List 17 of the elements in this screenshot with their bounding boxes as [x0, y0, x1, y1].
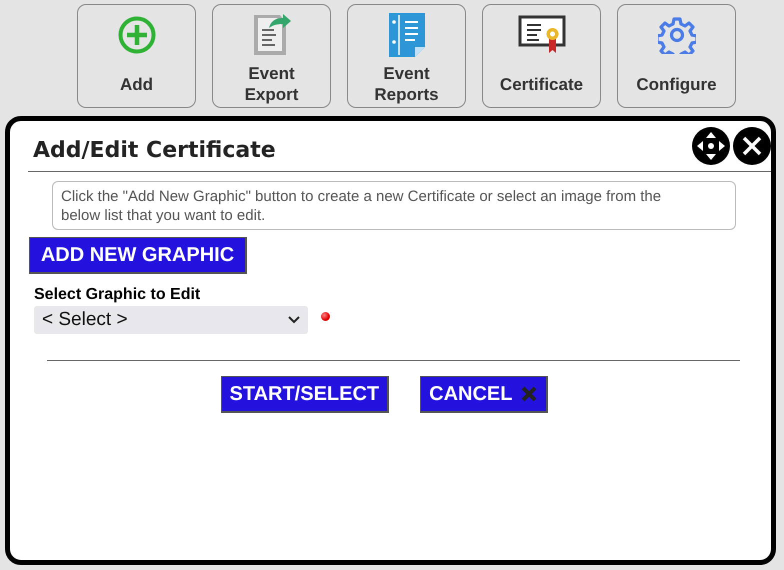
close-icon[interactable]	[733, 127, 771, 165]
toolbar-button[interactable]: Certificate	[482, 4, 601, 108]
chevron-down-icon	[288, 316, 300, 324]
report-document-icon	[388, 11, 426, 59]
graphic-dropdown[interactable]: < Select >	[34, 306, 308, 334]
field-label: Select Graphic to Edit	[34, 286, 200, 304]
toolbar-button[interactable]: Event Reports	[347, 4, 466, 108]
start-select-button[interactable]: START/SELECT	[220, 376, 390, 413]
add-graphic-button[interactable]: ADD NEW GRAPHIC	[29, 237, 247, 274]
move-icon[interactable]	[692, 127, 730, 165]
instructions-text: Click the "Add New Graphic" button to create a new Certificate or select an image from the below list that you want to edit.	[52, 181, 736, 230]
close-icon	[520, 385, 538, 403]
toolbar-button[interactable]: Add	[77, 4, 196, 108]
toolbar-button[interactable]: Event Export	[212, 4, 331, 108]
toolbar-button[interactable]: Configure	[617, 4, 736, 108]
dialog-title: Add/Edit Certificate	[33, 138, 277, 162]
cancel-button[interactable]: CANCEL	[420, 376, 548, 413]
